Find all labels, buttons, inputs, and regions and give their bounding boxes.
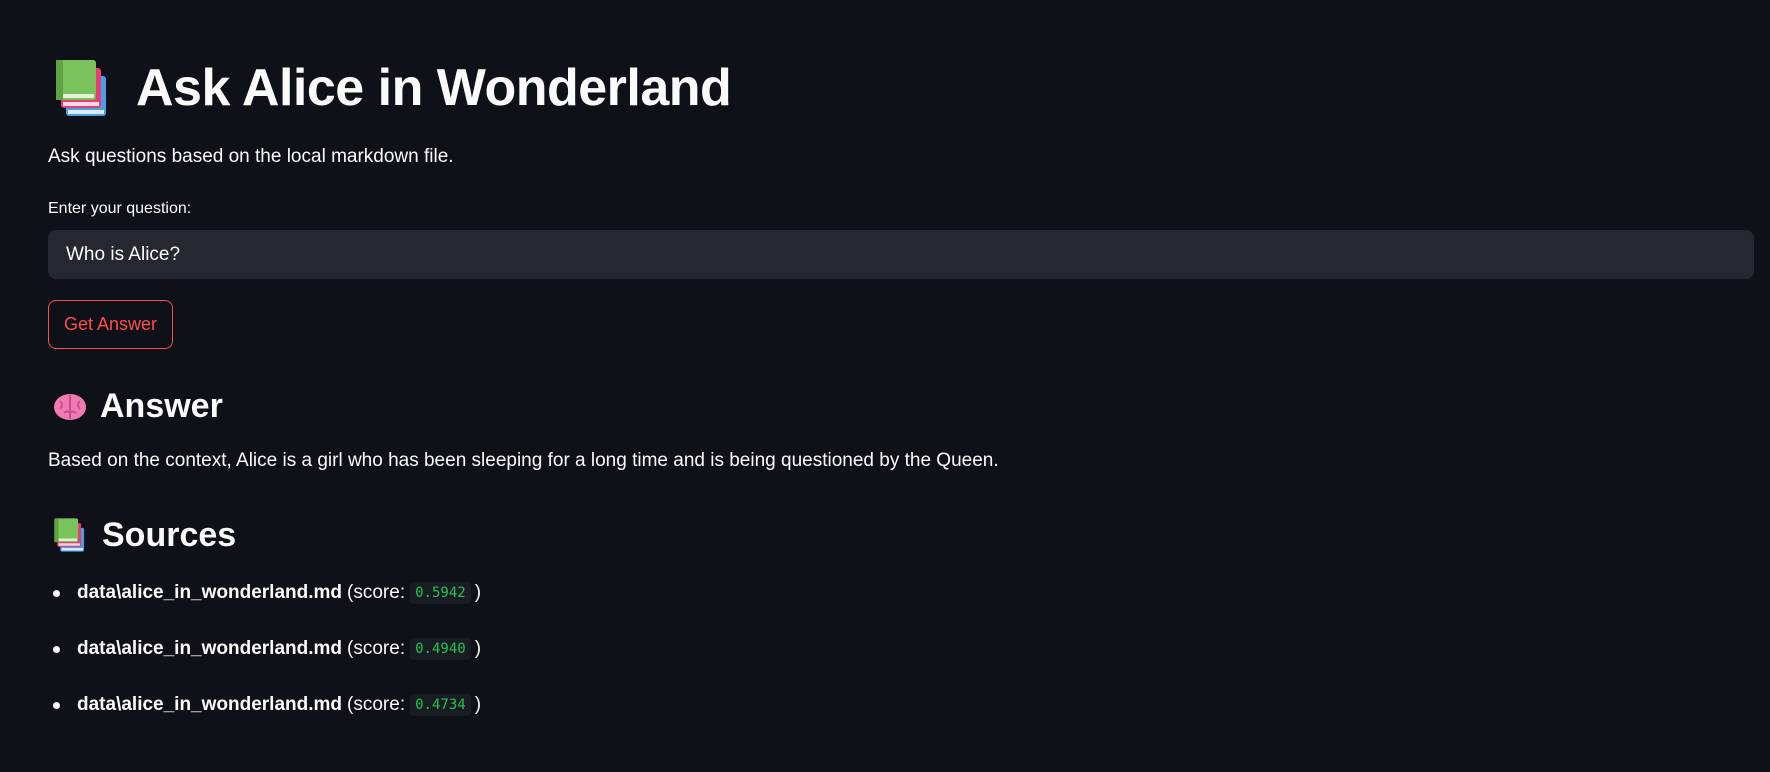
page-title: Ask Alice in Wonderland: [136, 59, 732, 117]
question-label: Enter your question:: [48, 200, 192, 217]
question-input[interactable]: [64, 242, 1738, 267]
bullet-icon: [53, 646, 60, 653]
get-answer-button[interactable]: Get Answer: [48, 300, 173, 349]
brain-icon: [54, 394, 86, 420]
score-value: 0.4940: [410, 638, 471, 660]
answer-heading: Answer: [52, 388, 223, 424]
bullet-icon: [53, 702, 60, 709]
app-root: Ask Alice in Wonderland Ask questions ba…: [0, 0, 1770, 772]
sources-list: data\alice_in_wonderland.md (score: 0.59…: [48, 578, 481, 746]
score-suffix: ): [474, 694, 482, 715]
score-suffix: ): [474, 638, 482, 659]
question-input-container[interactable]: [48, 230, 1754, 279]
list-item: data\alice_in_wonderland.md (score: 0.49…: [48, 634, 481, 664]
answer-text: Based on the context, Alice is a girl wh…: [48, 450, 999, 471]
page-title-row: Ask Alice in Wonderland: [52, 56, 732, 120]
list-item: data\alice_in_wonderland.md (score: 0.59…: [48, 578, 481, 608]
sources-heading: Sources: [52, 516, 236, 554]
score-value: 0.4734: [410, 694, 471, 716]
score-value: 0.5942: [410, 582, 471, 604]
answer-heading-text: Answer: [100, 387, 223, 425]
score-prefix: (score:: [347, 638, 406, 659]
score-prefix: (score:: [347, 582, 406, 603]
sources-heading-text: Sources: [102, 516, 237, 554]
score-suffix: ): [474, 582, 482, 603]
list-item: data\alice_in_wonderland.md (score: 0.47…: [48, 690, 481, 720]
page-subtitle: Ask questions based on the local markdow…: [48, 146, 454, 167]
source-filename: data\alice_in_wonderland.md: [77, 582, 343, 603]
books-icon: [54, 518, 85, 552]
bullet-icon: [53, 590, 60, 597]
source-filename: data\alice_in_wonderland.md: [77, 694, 343, 715]
source-filename: data\alice_in_wonderland.md: [77, 638, 343, 659]
score-prefix: (score:: [347, 694, 406, 715]
books-icon: [56, 60, 106, 116]
